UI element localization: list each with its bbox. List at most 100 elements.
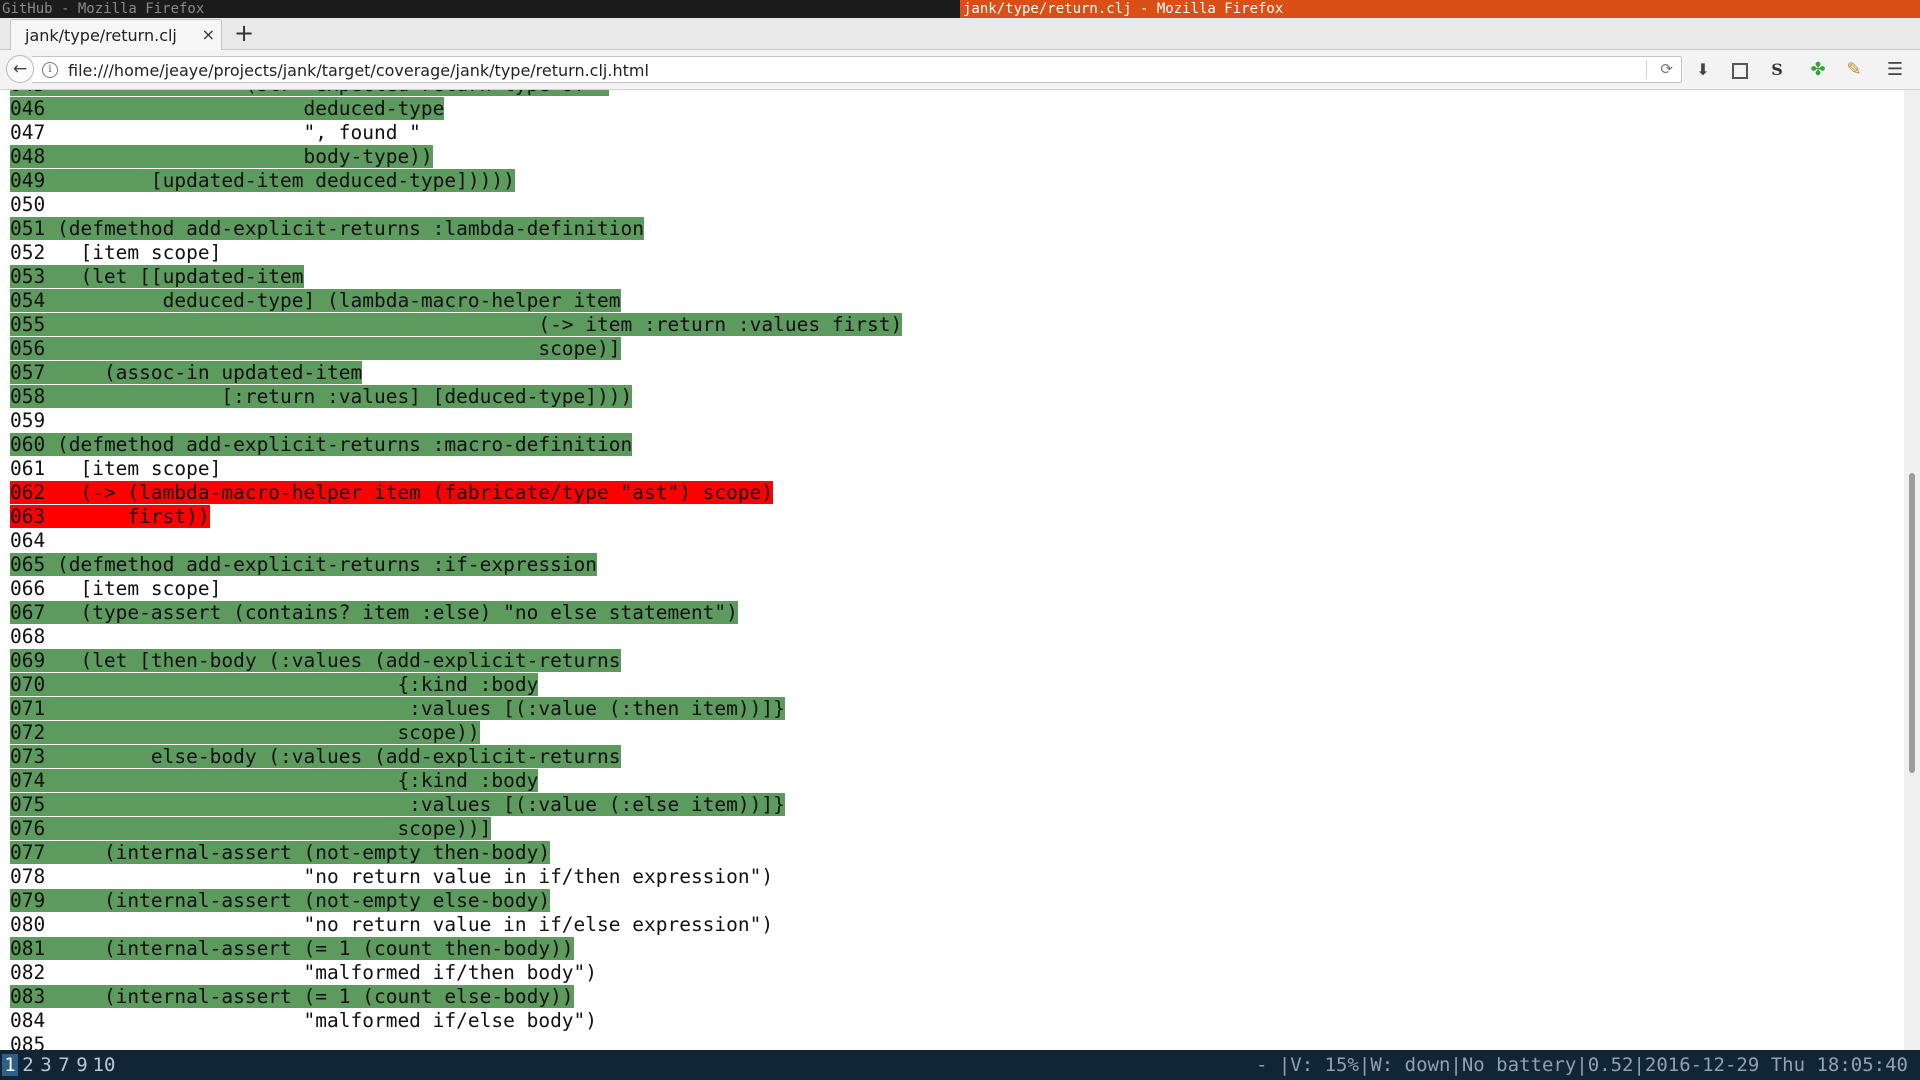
vertical-scrollbar[interactable] [1904, 90, 1920, 1050]
info-icon[interactable]: i [42, 62, 58, 78]
code-line-048: 048 body-type)) [10, 145, 902, 169]
code-line-080: 080 "no return value in if/else expressi… [10, 913, 902, 937]
code-text: deduced-type [56, 97, 445, 120]
code-line-051: 051 (defmethod add-explicit-returns :lam… [10, 217, 902, 241]
line-number: 081 [10, 937, 46, 960]
line-number: 074 [10, 769, 46, 792]
code-text: "malformed if/else body") [56, 1009, 598, 1032]
line-number: 047 [10, 121, 46, 144]
s-icon[interactable]: S [1766, 59, 1788, 81]
code-line-054: 054 deduced-type] (lambda-macro-helper i… [10, 289, 902, 313]
workspace-9[interactable]: 9 [74, 1054, 90, 1076]
code-line-text: 051 (defmethod add-explicit-returns :lam… [10, 217, 644, 240]
puzzle-icon[interactable]: ✤ [1807, 59, 1829, 81]
window-title-bar: GitHub - Mozilla Firefox jank/type/retur… [0, 0, 1920, 18]
code-text: [updated-item deduced-type])))) [56, 169, 515, 192]
line-number: 046 [10, 97, 46, 120]
browser-tab[interactable]: jank/type/return.clj × [10, 19, 222, 51]
line-number: 076 [10, 817, 46, 840]
line-number: 079 [10, 889, 46, 912]
screenshot-icon[interactable] [1729, 59, 1751, 81]
new-tab-button[interactable]: + [234, 20, 254, 46]
code-line-056: 056 scope)] [10, 337, 902, 361]
page-content: 045 (str "expected return type of "046 d… [0, 90, 1904, 1050]
code-text: (internal-assert (= 1 (count else-body)) [56, 985, 574, 1008]
back-button[interactable]: ← [6, 55, 34, 83]
line-number: 068 [10, 625, 46, 648]
reload-icon[interactable]: ⟳ [1660, 60, 1673, 78]
workspace-3[interactable]: 3 [38, 1054, 54, 1076]
code-text: (defmethod add-explicit-returns :lambda-… [56, 217, 644, 240]
code-text: [item scope] [56, 457, 222, 480]
code-text: (type-assert (contains? item :else) "no … [56, 601, 738, 624]
code-text: :values [(:value (:else item))]} [56, 793, 785, 816]
code-text: "malformed if/then body") [56, 961, 598, 984]
code-line-text: 061 [item scope] [10, 457, 221, 480]
url-separator [1646, 60, 1647, 79]
code-line-text: 049 [updated-item deduced-type])))) [10, 169, 515, 192]
code-line-text: 057 (assoc-in updated-item [10, 361, 363, 384]
line-number: 048 [10, 145, 46, 168]
line-number: 055 [10, 313, 46, 336]
code-line-text: 082 "malformed if/then body") [10, 961, 597, 984]
code-text: (-> item :return :values first) [56, 313, 903, 336]
code-line-text: 054 deduced-type] (lambda-macro-helper i… [10, 289, 621, 312]
active-window-title-area[interactable]: jank/type/return.clj - Mozilla Firefox [960, 0, 1920, 18]
code-line-081: 081 (internal-assert (= 1 (count then-bo… [10, 937, 902, 961]
url-bar[interactable]: i file:///home/jeaye/projects/jank/targe… [32, 56, 1682, 83]
line-number: 071 [10, 697, 46, 720]
code-line-text: 052 [item scope] [10, 241, 221, 264]
code-text: scope))] [56, 817, 492, 840]
code-text: "no return value in if/else expression") [56, 913, 774, 936]
menu-icon[interactable]: ☰ [1884, 59, 1906, 81]
system-status: - |V: 15%|W: down|No battery|0.52|2016-1… [1255, 1054, 1908, 1076]
extension-icon[interactable]: ✎ [1843, 59, 1865, 81]
back-arrow-icon: ← [12, 59, 28, 79]
line-number: 080 [10, 913, 46, 936]
download-icon[interactable]: ⬇ [1692, 59, 1714, 81]
url-text[interactable]: file:///home/jeaye/projects/jank/target/… [68, 61, 649, 80]
navigation-bar: i file:///home/jeaye/projects/jank/targe… [0, 50, 1920, 90]
line-number: 069 [10, 649, 46, 672]
line-number: 073 [10, 745, 46, 768]
code-text: else-body (:values (add-explicit-returns [56, 745, 621, 768]
workspace-2[interactable]: 2 [20, 1054, 36, 1076]
code-line-075: 075 :values [(:value (:else item))]} [10, 793, 902, 817]
line-number: 052 [10, 241, 46, 264]
code-text: [:return :values] [deduced-type]))) [56, 385, 633, 408]
code-line-text: 077 (internal-assert (not-empty then-bod… [10, 841, 551, 864]
inactive-window-title[interactable]: GitHub - Mozilla Firefox [2, 0, 204, 18]
line-number: 051 [10, 217, 46, 240]
code-line-text: 047 ", found " [10, 121, 421, 144]
code-line-text: 055 (-> item :return :values first) [10, 313, 903, 336]
line-number: 077 [10, 841, 46, 864]
code-line-082: 082 "malformed if/then body") [10, 961, 902, 985]
code-line-text: 084 "malformed if/else body") [10, 1009, 597, 1032]
code-line-text: 060 (defmethod add-explicit-returns :mac… [10, 433, 633, 456]
code-listing: 045 (str "expected return type of "046 d… [10, 90, 903, 1050]
code-line-text: 074 {:kind :body [10, 769, 539, 792]
code-line-058: 058 [:return :values] [deduced-type]))) [10, 385, 902, 409]
code-line-text: 076 scope))] [10, 817, 492, 840]
code-text: ", found " [56, 121, 421, 144]
code-line-045: 045 (str "expected return type of " [10, 90, 902, 97]
code-line-text: 068 [10, 625, 57, 648]
line-number: 075 [10, 793, 46, 816]
line-number: 056 [10, 337, 46, 360]
code-text: (let [[updated-item [56, 265, 304, 288]
workspace-10[interactable]: 10 [92, 1054, 116, 1076]
code-line-text: 063 first)) [10, 505, 210, 528]
tab-title: jank/type/return.clj [25, 26, 177, 45]
code-line-text: 065 (defmethod add-explicit-returns :if-… [10, 553, 598, 576]
code-line-053: 053 (let [[updated-item [10, 265, 902, 289]
workspace-1[interactable]: 1 [2, 1054, 18, 1076]
workspace-7[interactable]: 7 [56, 1054, 72, 1076]
code-text: scope)) [56, 721, 480, 744]
line-number: 050 [10, 193, 46, 216]
scrollbar-thumb[interactable] [1909, 473, 1915, 773]
code-line-text: 066 [item scope] [10, 577, 221, 600]
code-line-text: 070 {:kind :body [10, 673, 539, 696]
code-text: scope)] [56, 337, 621, 360]
code-line-text: 078 "no return value in if/then expressi… [10, 865, 773, 888]
close-tab-icon[interactable]: × [202, 26, 215, 44]
